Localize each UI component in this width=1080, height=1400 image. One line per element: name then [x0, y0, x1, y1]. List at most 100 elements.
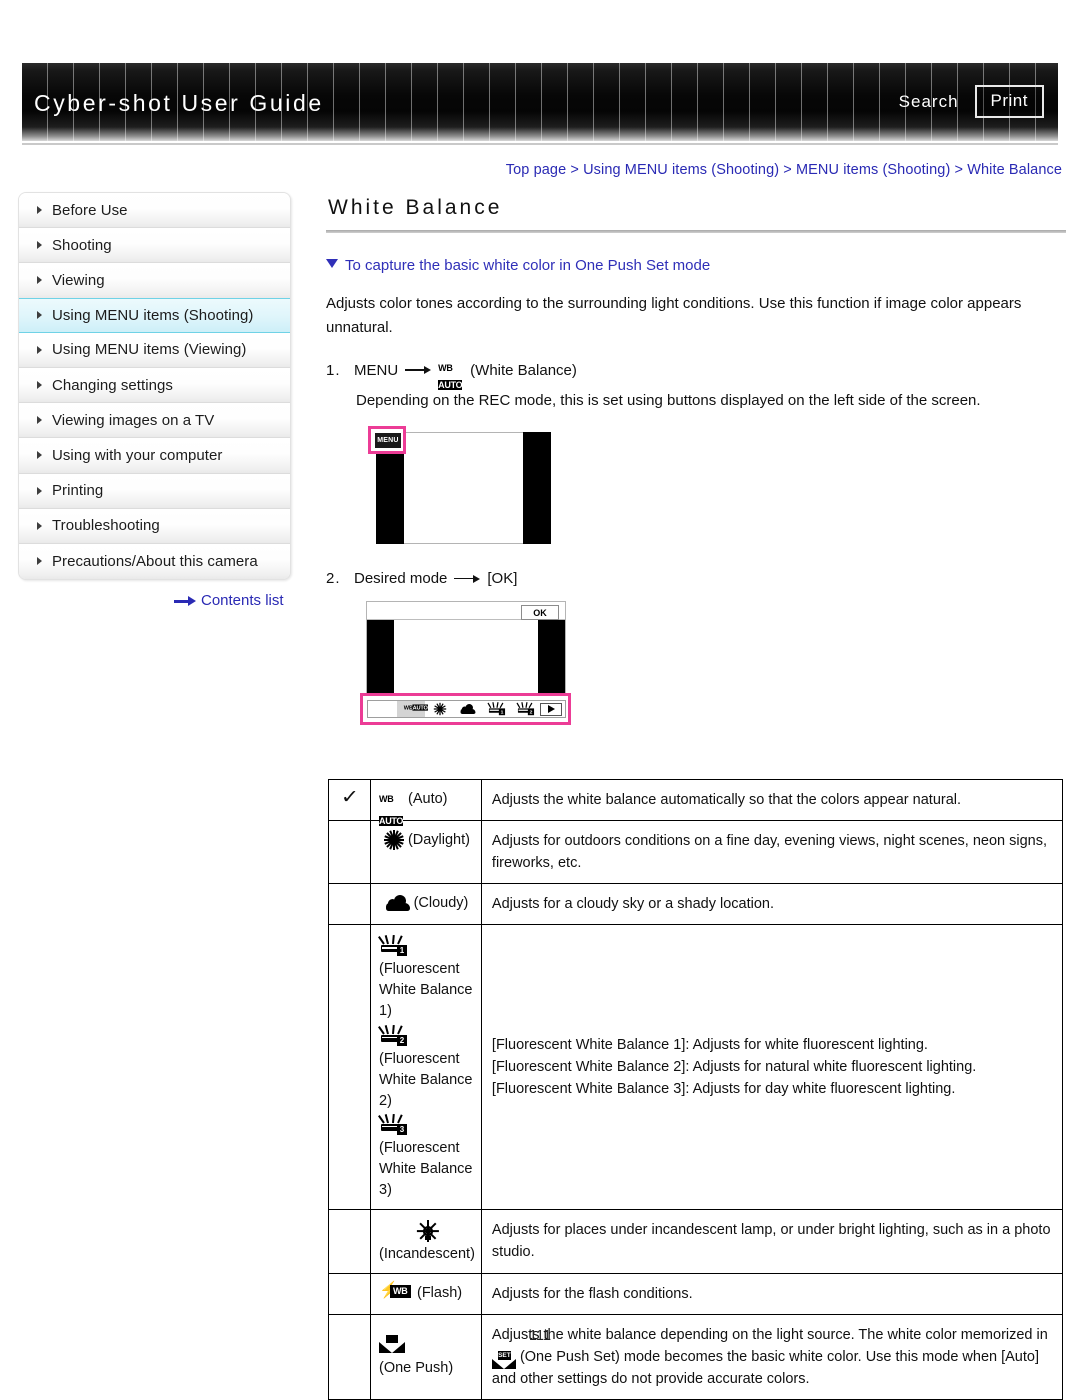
step-2: 2. Desired mode [OK]	[326, 570, 1066, 587]
arrow-right-icon	[454, 574, 481, 584]
mode-label: (One Push)	[379, 1360, 454, 1377]
check-icon: ✓	[340, 787, 359, 808]
fluorescent-2-icon: 2	[378, 1024, 407, 1047]
page-title: White Balance	[328, 196, 503, 219]
menu-button-highlight: MENU	[368, 426, 406, 455]
table-row: (Daylight) Adjusts for outdoors conditio…	[328, 820, 1064, 885]
arrow-right-icon	[174, 595, 196, 606]
mode-label: (Flash)	[417, 1284, 463, 1301]
fluorescent-3-icon: 3	[378, 1113, 407, 1136]
wb-auto-icon: WB AUTO	[438, 358, 463, 390]
description-text: Adjusts for the flash conditions.	[491, 1285, 693, 1302]
chevron-right-icon	[37, 486, 42, 495]
chevron-right-icon	[37, 345, 42, 354]
sidebar-item-using-with-your-computer[interactable]: Using with your computer	[19, 438, 290, 474]
wb-auto-icon: WBAUTO	[403, 704, 428, 711]
camera-screen-diagram-menu: MENU	[358, 426, 568, 549]
fluorescent-2-icon: 2	[516, 702, 534, 716]
daylight-icon	[383, 830, 404, 851]
print-button[interactable]: Print	[974, 85, 1044, 118]
mode-label: (Fluorescent White Balance 3)	[379, 1139, 473, 1198]
header-divider	[22, 143, 1058, 145]
sidebar-item-precautions-about-this-camera[interactable]: Precautions/About this camera	[19, 543, 290, 580]
table-row: (Incandescent) Adjusts for places under …	[328, 1208, 1064, 1274]
search-button[interactable]: Search	[897, 88, 961, 116]
description-text: [Fluorescent White Balance 2]: Adjusts f…	[491, 1058, 977, 1075]
mode-cell: 1 (Fluorescent White Balance 1) 2 (Fluor…	[370, 924, 482, 1210]
table-row: (Cloudy) Adjusts for a cloudy sky or a s…	[328, 883, 1064, 926]
mode-label: (Fluorescent White Balance 2)	[379, 1050, 473, 1109]
lcd-right-bar	[523, 432, 551, 545]
wb-auto-icon-bottom: AUTO	[438, 379, 463, 390]
sidebar-item-using-menu-items-shooting[interactable]: Using MENU items (Shooting)	[19, 297, 290, 333]
one-push-set-icon: SET	[491, 1351, 516, 1370]
sidebar-item-label: Changing settings	[52, 376, 173, 394]
app-title: Cyber-shot User Guide	[34, 90, 324, 116]
table-row: 1 (Fluorescent White Balance 1) 2 (Fluor…	[328, 924, 1064, 1210]
table-row: ✓ WB AUTO (Auto) Adjusts the white balan…	[328, 778, 1064, 827]
daylight-icon	[433, 702, 446, 716]
description-cell: Adjusts for places under incandescent la…	[480, 1208, 1064, 1274]
sidebar-nav: Before Use Shooting Viewing Using MENU i…	[18, 192, 291, 581]
step-2-number: 2.	[326, 570, 341, 588]
mode-label: (Incandescent)	[379, 1245, 475, 1262]
flash-wb-icon: ⚡ WB	[379, 1283, 413, 1300]
fluorescent-number: 2	[397, 1034, 407, 1046]
ok-button[interactable]: OK	[521, 605, 559, 621]
jump-link-one-push-set[interactable]: To capture the basic white color in One …	[326, 257, 1066, 274]
sidebar-item-using-menu-items-viewing[interactable]: Using MENU items (Viewing)	[19, 332, 290, 368]
sidebar-item-changing-settings[interactable]: Changing settings	[19, 367, 290, 404]
wb-auto-icon-top: WB	[438, 362, 453, 373]
description-cell: Adjusts for the flash conditions.	[480, 1272, 1064, 1316]
default-check-cell: ✓	[328, 778, 371, 822]
chevron-right-icon	[37, 276, 42, 285]
default-check-cell	[328, 1208, 371, 1274]
contents-list-link[interactable]: Contents list	[174, 592, 284, 609]
play-arrow-button[interactable]	[540, 702, 563, 716]
sidebar-item-label: Using MENU items (Viewing)	[52, 341, 247, 359]
sidebar-item-troubleshooting[interactable]: Troubleshooting	[19, 508, 290, 544]
wb-mode-slot-fluorescent-1[interactable]: 1	[483, 701, 512, 717]
wb-mode-slot-daylight[interactable]	[425, 701, 454, 717]
chevron-right-icon	[37, 241, 42, 250]
chevron-right-icon	[37, 521, 42, 530]
main-content: White Balance To capture the basic white…	[326, 196, 1066, 733]
sidebar-item-label: Precautions/About this camera	[52, 552, 258, 570]
sidebar-item-printing[interactable]: Printing	[19, 473, 290, 509]
mode-cell: (Incandescent)	[370, 1208, 482, 1274]
mode-cell: (Daylight)	[370, 820, 482, 885]
intro-paragraph: Adjusts color tones according to the sur…	[326, 295, 1022, 337]
default-check-cell	[328, 883, 371, 926]
mode-cell: WB AUTO (Auto)	[370, 778, 482, 827]
page-number: 111	[528, 1328, 552, 1344]
sidebar-item-shooting[interactable]: Shooting	[19, 228, 290, 264]
default-check-cell	[328, 924, 371, 1210]
mode-cell: (Cloudy)	[370, 883, 482, 926]
white-balance-modes-table: ✓ WB AUTO (Auto) Adjusts the white balan…	[328, 778, 1064, 1400]
description-cell: Adjusts the white balance automatically …	[480, 778, 1064, 822]
description-text: [Fluorescent White Balance 3]: Adjusts f…	[491, 1080, 956, 1097]
sidebar-item-label: Printing	[52, 482, 104, 500]
step-1-note: Depending on the REC mode, this is set u…	[356, 391, 981, 409]
step-1-number: 1.	[326, 361, 341, 379]
sidebar-item-label: Using with your computer	[52, 446, 223, 464]
cloudy-icon	[460, 704, 476, 715]
lcd-top-bar: OK	[367, 602, 565, 621]
description-cell: [Fluorescent White Balance 1]: Adjusts f…	[480, 924, 1064, 1210]
breadcrumb[interactable]: Top page > Using MENU items (Shooting) >…	[506, 162, 1062, 178]
fluorescent-1-icon: 1	[487, 702, 506, 716]
triangle-down-icon	[326, 259, 338, 268]
lcd-left-bar	[367, 620, 394, 696]
incandescent-icon	[416, 1219, 439, 1242]
sidebar-item-label: Shooting	[52, 236, 112, 254]
table-row: ⚡ WB (Flash) Adjusts for the flash condi…	[328, 1272, 1064, 1316]
sidebar-item-label: Viewing	[52, 271, 105, 289]
title-divider	[326, 230, 1066, 233]
sidebar-item-viewing-images-on-a-tv[interactable]: Viewing images on a TV	[19, 403, 290, 439]
wb-mode-slot-auto[interactable]: WBAUTO	[396, 701, 428, 718]
wb-mode-slot-fluorescent-2[interactable]: 2	[511, 701, 540, 717]
menu-button[interactable]: MENU	[375, 433, 401, 449]
sidebar-item-before-use[interactable]: Before Use	[19, 193, 290, 229]
sidebar-item-viewing[interactable]: Viewing	[19, 263, 290, 299]
wb-mode-slot-cloudy[interactable]	[454, 701, 483, 717]
